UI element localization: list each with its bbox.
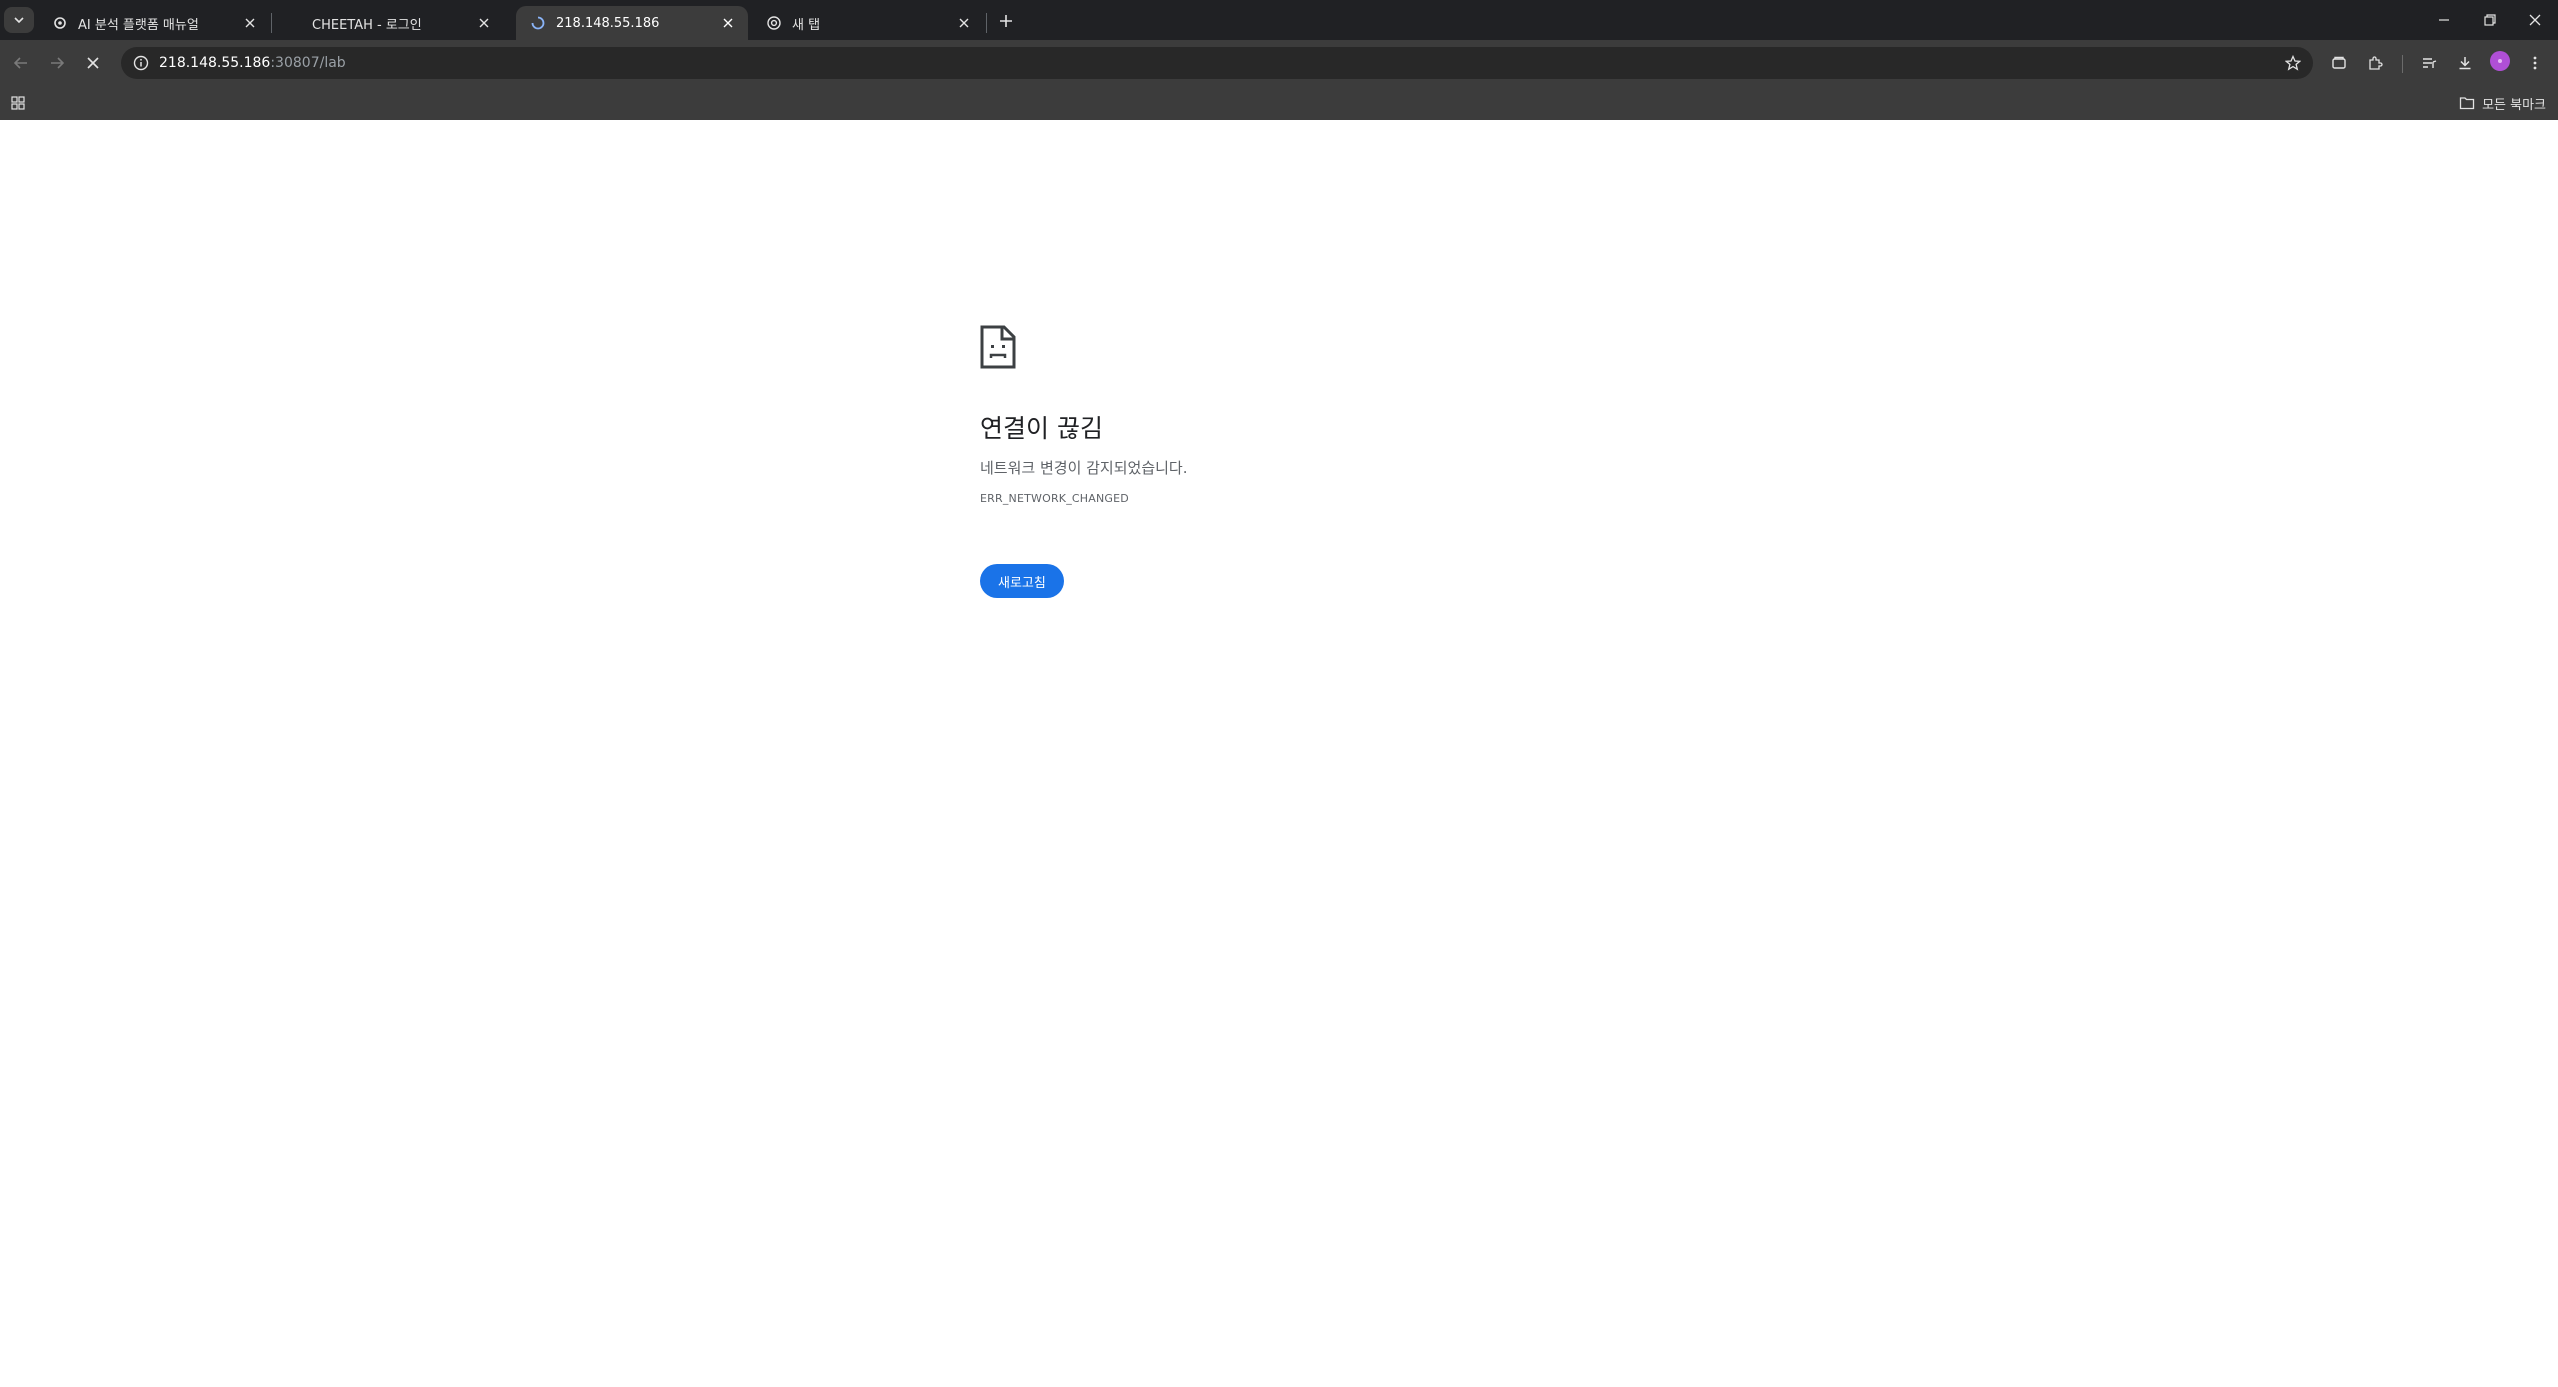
close-icon xyxy=(245,18,255,28)
new-tab-button[interactable] xyxy=(993,8,1019,34)
tab-new-tab[interactable]: 새 탭 xyxy=(752,6,984,40)
extension-button-1[interactable] xyxy=(2324,48,2354,78)
site-info-button[interactable] xyxy=(125,47,157,79)
close-icon xyxy=(959,18,969,28)
all-bookmarks-label: 모든 북마크 xyxy=(2482,97,2546,113)
gear-icon xyxy=(52,15,68,31)
chrome-icon xyxy=(766,15,782,31)
url-path: :30807/lab xyxy=(270,55,346,71)
tab-search-button[interactable] xyxy=(4,7,34,33)
close-icon xyxy=(87,57,99,69)
page-content: 연결이 끊김 네트워크 변경이 감지되었습니다. ERR_NETWORK_CHA… xyxy=(0,120,2558,1387)
error-container: 연결이 끊김 네트워크 변경이 감지되었습니다. ERR_NETWORK_CHA… xyxy=(980,325,1580,598)
tab-ai-manual[interactable]: AI 분석 플랫폼 매뉴얼 xyxy=(38,6,270,40)
info-icon xyxy=(133,55,149,71)
more-vertical-icon xyxy=(2533,56,2537,70)
tab-title: CHEETAH - 로그인 xyxy=(312,17,422,33)
error-code: ERR_NETWORK_CHANGED xyxy=(980,492,1129,505)
bookmarks-bar: 모든 북마크 xyxy=(0,86,2558,120)
folder-icon xyxy=(2459,96,2475,110)
tab-current-page[interactable]: 218.148.55.186 xyxy=(516,6,748,40)
tab-close-button[interactable] xyxy=(954,13,974,33)
back-button[interactable] xyxy=(6,48,36,78)
reload-button[interactable]: 새로고침 xyxy=(980,564,1064,598)
sad-document-icon xyxy=(980,325,1016,369)
profile-avatar-button[interactable] xyxy=(2490,51,2510,71)
restore-icon xyxy=(2484,14,2496,26)
media-controls-button[interactable] xyxy=(2414,48,2444,78)
close-icon xyxy=(479,18,489,28)
star-icon xyxy=(2285,55,2301,71)
browser-toolbar: 218.148.55.186:30807/lab xyxy=(0,40,2558,86)
error-title: 연결이 끊김 xyxy=(980,414,1103,443)
browser-menu-button[interactable] xyxy=(2520,48,2550,78)
extension-app-icon xyxy=(2332,56,2346,69)
apps-button[interactable] xyxy=(8,93,28,113)
restore-button[interactable] xyxy=(2467,0,2513,40)
arrow-left-icon xyxy=(13,57,27,69)
download-icon xyxy=(2459,57,2471,70)
close-window-button[interactable] xyxy=(2512,0,2558,40)
url-host: 218.148.55.186 xyxy=(159,55,271,71)
puzzle-icon xyxy=(2369,56,2383,70)
extensions-button[interactable] xyxy=(2360,48,2390,78)
arrow-right-icon xyxy=(51,57,65,69)
tab-strip: AI 분석 플랫폼 매뉴얼 CHEETAH - 로그인 218.148.55.1… xyxy=(0,0,2558,40)
tab-close-button[interactable] xyxy=(240,13,260,33)
error-description: 네트워크 변경이 감지되었습니다. xyxy=(980,459,1188,477)
tab-title: 새 탭 xyxy=(792,17,821,33)
all-bookmarks-button[interactable]: 모든 북마크 xyxy=(2459,92,2546,114)
stop-loading-button[interactable] xyxy=(78,48,108,78)
minimize-button[interactable] xyxy=(2421,0,2467,40)
chevron-down-icon xyxy=(14,17,24,24)
tab-cheetah-login[interactable]: CHEETAH - 로그인 xyxy=(272,6,504,40)
downloads-button[interactable] xyxy=(2450,48,2480,78)
tab-title: 218.148.55.186 xyxy=(556,15,660,31)
bookmark-star-button[interactable] xyxy=(2281,51,2305,75)
blank-favicon-icon xyxy=(286,15,302,31)
tab-separator xyxy=(986,13,987,33)
avatar-icon xyxy=(2498,59,2502,63)
forward-button[interactable] xyxy=(42,48,72,78)
toolbar-separator xyxy=(2402,55,2403,73)
close-icon xyxy=(723,18,733,28)
apps-grid-icon xyxy=(11,96,25,110)
url-text: 218.148.55.186:30807/lab xyxy=(159,55,346,71)
loading-spinner-icon xyxy=(530,15,546,31)
tab-title: AI 분석 플랫폼 매뉴얼 xyxy=(78,17,199,33)
minimize-icon xyxy=(2439,19,2449,21)
tab-close-button[interactable] xyxy=(718,13,738,33)
tab-close-button[interactable] xyxy=(474,13,494,33)
address-bar[interactable]: 218.148.55.186:30807/lab xyxy=(121,47,2313,79)
close-icon xyxy=(2529,14,2541,26)
plus-icon xyxy=(1000,15,1012,27)
playlist-icon xyxy=(2423,58,2437,68)
